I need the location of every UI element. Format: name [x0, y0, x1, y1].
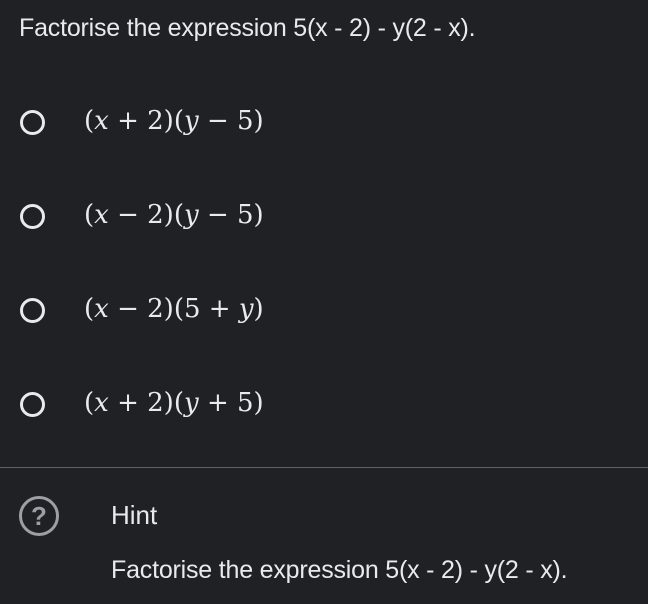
- answer-options: (x + 2)(y − 5) (x − 2)(y − 5) (x − 2)(5 …: [0, 78, 648, 454]
- answer-option-4[interactable]: (x + 2)(y + 5): [0, 360, 648, 454]
- option-expression: (x − 2)(y − 5): [84, 200, 264, 230]
- answer-option-1[interactable]: (x + 2)(y − 5): [0, 78, 648, 172]
- question-text: Factorise the expression 5(x - 2) - y(2 …: [19, 14, 476, 42]
- answer-option-2[interactable]: (x − 2)(y − 5): [0, 172, 648, 266]
- radio-button[interactable]: [20, 204, 45, 229]
- option-expression: (x − 2)(5 + y): [84, 294, 264, 324]
- option-expression: (x + 2)(y + 5): [84, 388, 264, 418]
- hint-icon-glyph: ?: [31, 500, 47, 531]
- option-expression: (x + 2)(y − 5): [84, 106, 264, 136]
- hint-text: Factorise the expression 5(x - 2) - y(2 …: [111, 556, 568, 584]
- divider: [0, 467, 648, 468]
- question-circle-icon[interactable]: ?: [19, 496, 59, 536]
- radio-button[interactable]: [20, 110, 45, 135]
- radio-button[interactable]: [20, 392, 45, 417]
- answer-option-3[interactable]: (x − 2)(5 + y): [0, 266, 648, 360]
- radio-button[interactable]: [20, 298, 45, 323]
- hint-title[interactable]: Hint: [111, 500, 157, 531]
